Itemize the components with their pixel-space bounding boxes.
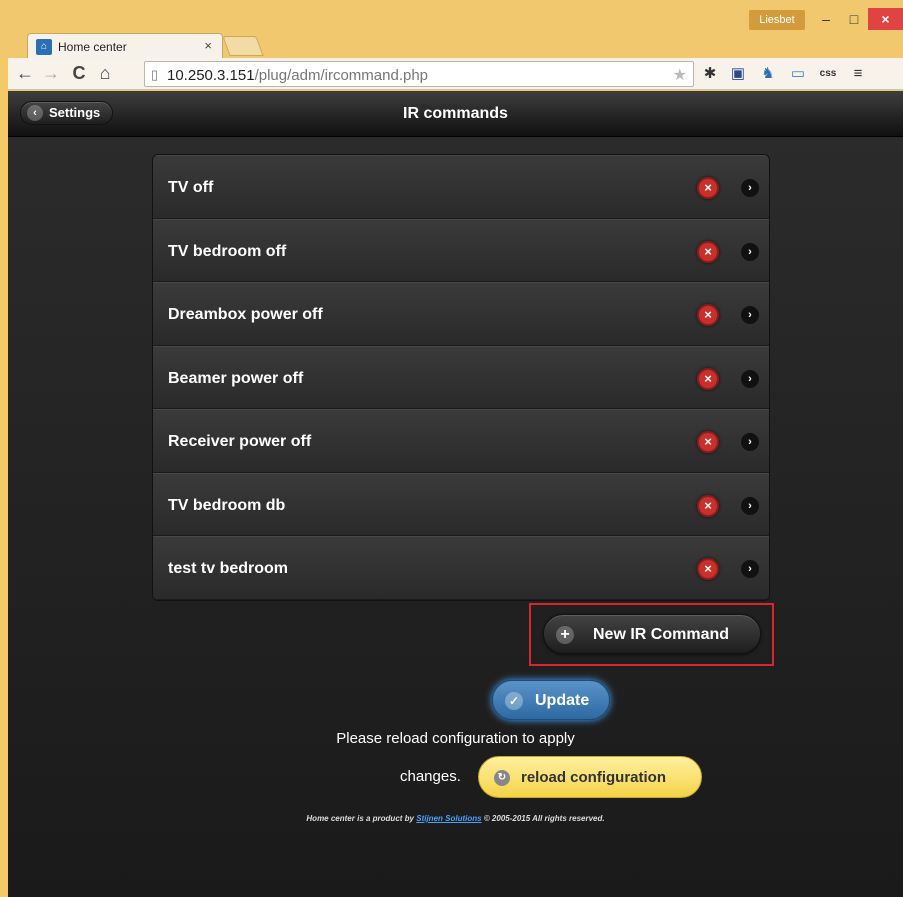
delete-icon[interactable]: ×	[697, 558, 719, 580]
chevron-right-icon[interactable]: ›	[741, 306, 759, 324]
footer: Home center is a product by Stijnen Solu…	[8, 814, 903, 823]
command-label: TV off	[168, 179, 214, 196]
update-button[interactable]: ✓ Update	[492, 680, 610, 720]
close-tab-icon[interactable]: ×	[204, 38, 212, 53]
ir-command-list: TV off × › TV bedroom off × › Dreambox p…	[152, 154, 770, 601]
maximize-button[interactable]: □	[840, 8, 868, 30]
new-tab-button[interactable]	[222, 36, 264, 56]
app-header: ‹ Settings IR commands	[8, 91, 903, 137]
list-item[interactable]: test tv bedroom × ›	[153, 536, 769, 600]
refresh-icon: ↻	[494, 770, 510, 786]
command-label: Receiver power off	[168, 433, 312, 450]
address-bar[interactable]: ▯ 10.250.3.151/plug/adm/ircommand.php ★	[144, 61, 694, 87]
minimize-button[interactable]: –	[812, 8, 840, 30]
delete-icon[interactable]: ×	[697, 177, 719, 199]
screenshot-extension-icon[interactable]: ▭	[788, 64, 808, 84]
command-label: Beamer power off	[168, 369, 304, 387]
list-item[interactable]: Receiver power off × ›	[153, 409, 769, 473]
bookmark-star-icon[interactable]: ★	[673, 65, 687, 85]
chevron-right-icon[interactable]: ›	[741, 369, 759, 388]
reload-message: Please reload configuration to apply	[336, 730, 575, 747]
delete-icon[interactable]: ×	[697, 367, 719, 390]
chevron-right-icon[interactable]: ›	[741, 496, 759, 515]
chevron-right-icon[interactable]: ›	[741, 560, 759, 578]
plus-icon: +	[556, 626, 574, 644]
reload-configuration-label: reload configuration	[521, 769, 667, 786]
password-manager-icon[interactable]: ♞	[758, 64, 778, 84]
list-item[interactable]: TV bedroom off × ›	[153, 218, 769, 282]
close-window-button[interactable]: ×	[868, 8, 903, 30]
new-ir-command-button[interactable]: + New IR Command	[543, 614, 761, 654]
check-icon: ✓	[505, 692, 523, 710]
list-item[interactable]: TV off × ›	[153, 155, 769, 219]
update-label: Update	[535, 692, 590, 709]
gear-icon[interactable]: ✱	[700, 64, 720, 84]
browser-toolbar: ← → C ⌂ ▯ 10.250.3.151/plug/adm/ircomman…	[8, 58, 903, 90]
company-link[interactable]: Stijnen Solutions	[416, 814, 481, 823]
command-label: TV bedroom db	[168, 496, 286, 514]
command-label: Dreambox power off	[168, 306, 323, 323]
new-ir-command-label: New IR Command	[593, 626, 730, 643]
css-extension-icon[interactable]: css	[818, 64, 838, 84]
chevron-right-icon[interactable]: ›	[741, 433, 759, 451]
user-badge[interactable]: Liesbet	[749, 10, 805, 30]
delete-icon[interactable]: ×	[697, 431, 719, 453]
list-item[interactable]: Dreambox power off × ›	[153, 282, 769, 346]
reload-configuration-button[interactable]: ↻ reload configuration	[478, 756, 702, 798]
command-label: TV bedroom off	[168, 242, 287, 260]
back-arrow-icon[interactable]: ←	[14, 62, 36, 84]
delete-icon[interactable]: ×	[697, 304, 719, 326]
chevron-right-icon[interactable]: ›	[741, 179, 759, 197]
footer-suffix: © 2005-2015 All rights reserved.	[483, 814, 605, 823]
url-text: 10.250.3.151/plug/adm/ircommand.php	[167, 67, 429, 84]
footer-prefix: Home center is a product by	[306, 814, 414, 823]
page-icon: ▯	[151, 67, 159, 82]
forward-arrow-icon[interactable]: →	[40, 62, 62, 84]
chevron-right-icon[interactable]: ›	[741, 242, 759, 261]
home-icon: ⌂	[36, 39, 52, 55]
command-label: test tv bedroom	[168, 560, 289, 577]
list-item[interactable]: Beamer power off × ›	[153, 345, 769, 409]
tab-title: Home center	[58, 40, 127, 54]
window-titlebar: Liesbet – □ × ⌂ Home center ×	[0, 0, 903, 59]
browser-tab[interactable]: ⌂ Home center ×	[27, 33, 223, 59]
delete-icon[interactable]: ×	[697, 494, 719, 517]
page-title: IR commands	[403, 105, 508, 122]
changes-text: changes.	[400, 768, 461, 785]
delete-icon[interactable]: ×	[697, 240, 719, 263]
menu-icon[interactable]: ≡	[848, 64, 868, 84]
list-item[interactable]: TV bedroom db × ›	[153, 472, 769, 536]
reload-icon[interactable]: C	[68, 62, 90, 84]
extension-puzzle-icon[interactable]: ▣	[728, 64, 748, 84]
app-content: ‹ Settings IR commands TV off × › TV bed…	[8, 91, 903, 897]
home-icon[interactable]: ⌂	[94, 62, 116, 84]
